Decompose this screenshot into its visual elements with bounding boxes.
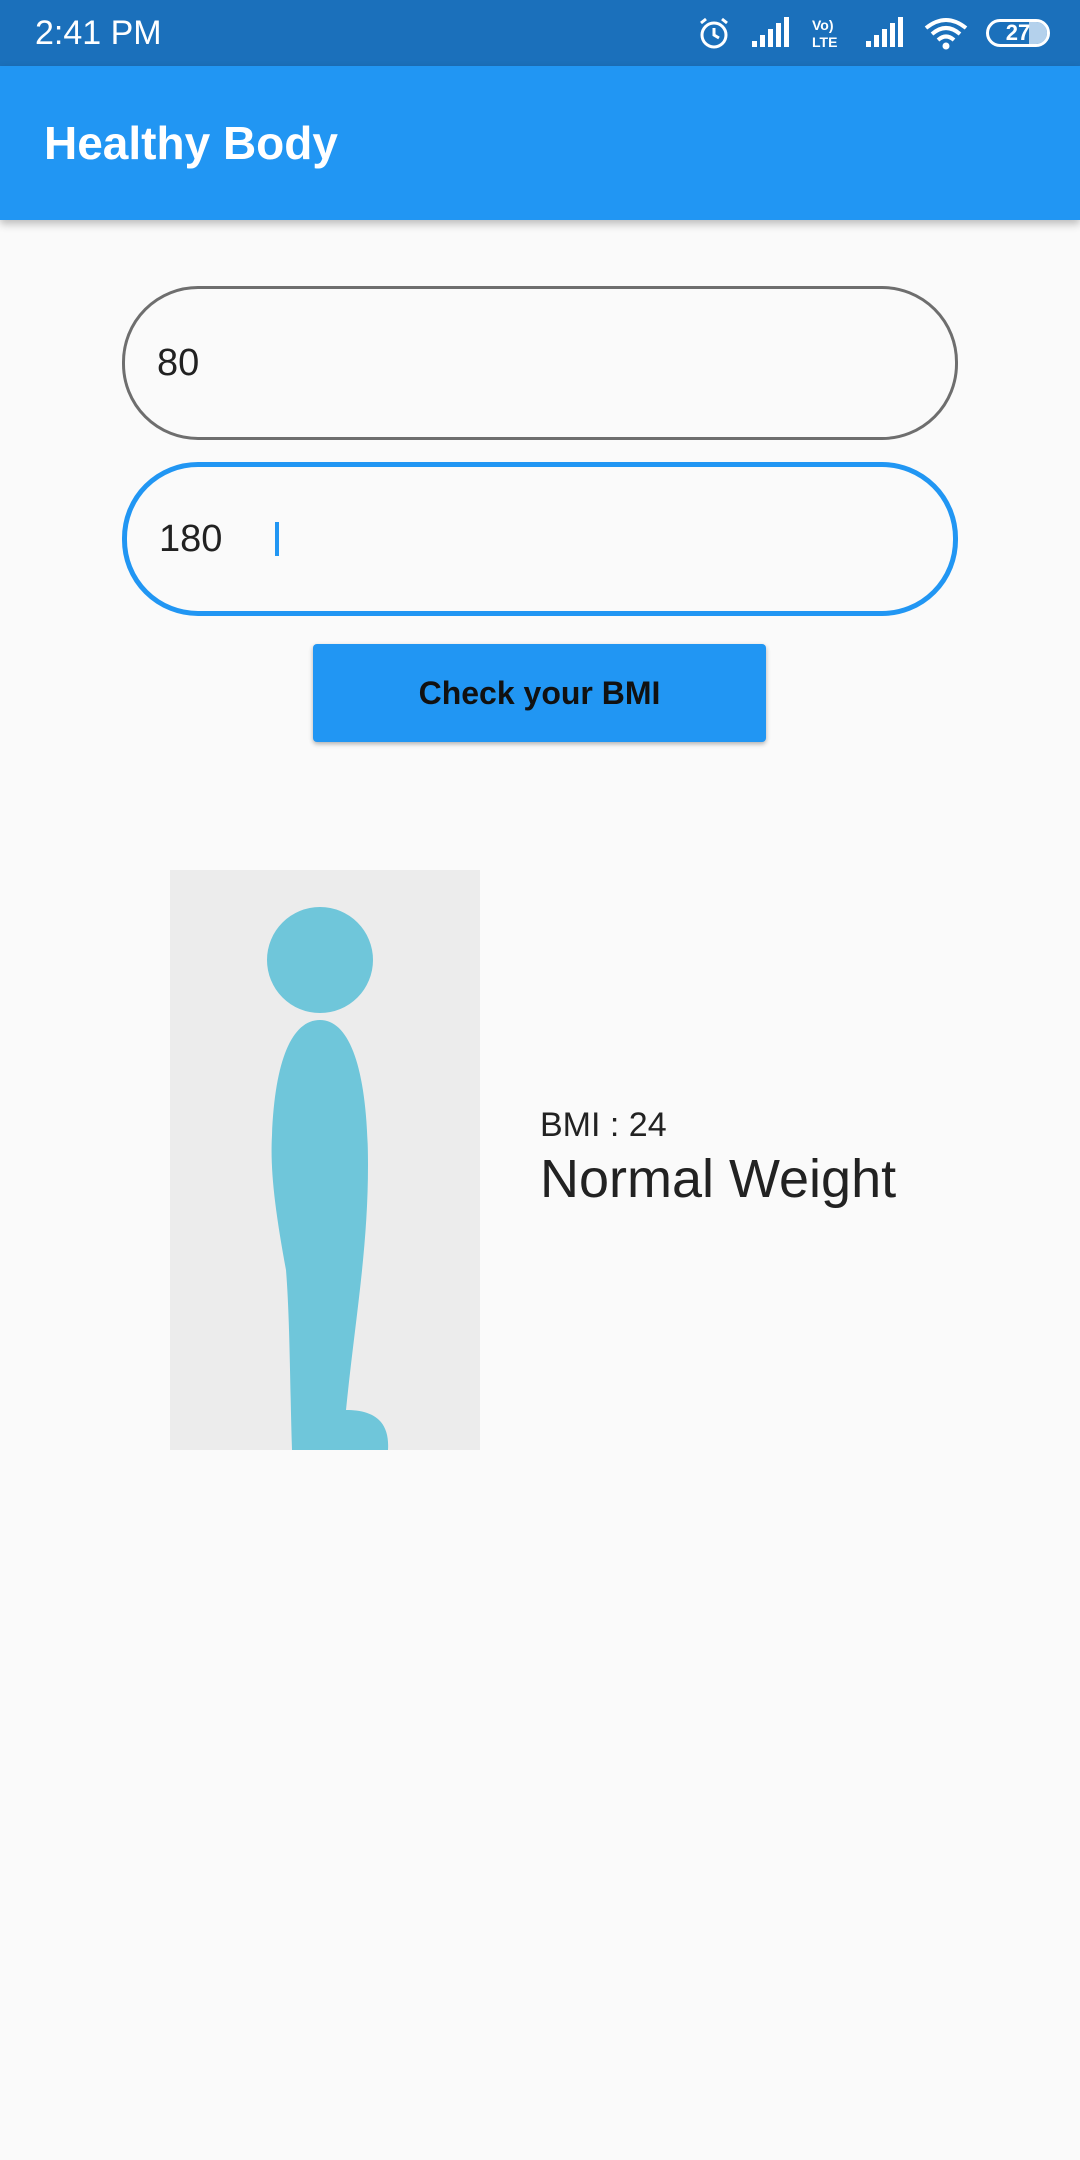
app-title: Healthy Body — [44, 117, 338, 169]
wifi-icon — [924, 16, 968, 50]
signal-icon — [864, 17, 906, 49]
status-bar: 2:41 PM Vo) LTE 27 — [0, 0, 1080, 66]
alarm-icon — [696, 15, 732, 51]
status-icons: Vo) LTE 27 — [696, 0, 1050, 66]
body-figure-icon — [267, 907, 389, 1450]
svg-text:Vo): Vo) — [812, 17, 834, 33]
signal-icon — [750, 17, 792, 49]
height-field[interactable] — [122, 462, 958, 616]
text-caret — [275, 522, 279, 556]
svg-text:LTE: LTE — [812, 34, 837, 50]
check-bmi-button[interactable]: Check your BMI — [313, 644, 766, 742]
weight-field[interactable] — [122, 286, 958, 440]
volte-icon: Vo) LTE — [810, 15, 846, 51]
weight-input[interactable] — [157, 341, 338, 385]
app-bar: Healthy Body — [0, 66, 1080, 220]
height-input[interactable] — [159, 517, 274, 561]
battery-level: 27 — [1005, 20, 1031, 45]
body-figure-panel — [170, 870, 480, 1450]
bmi-value: BMI : 24 — [540, 1106, 667, 1144]
status-time: 2:41 PM — [35, 14, 162, 52]
bmi-category: Normal Weight — [540, 1149, 897, 1209]
battery-icon: 27 — [986, 19, 1050, 47]
